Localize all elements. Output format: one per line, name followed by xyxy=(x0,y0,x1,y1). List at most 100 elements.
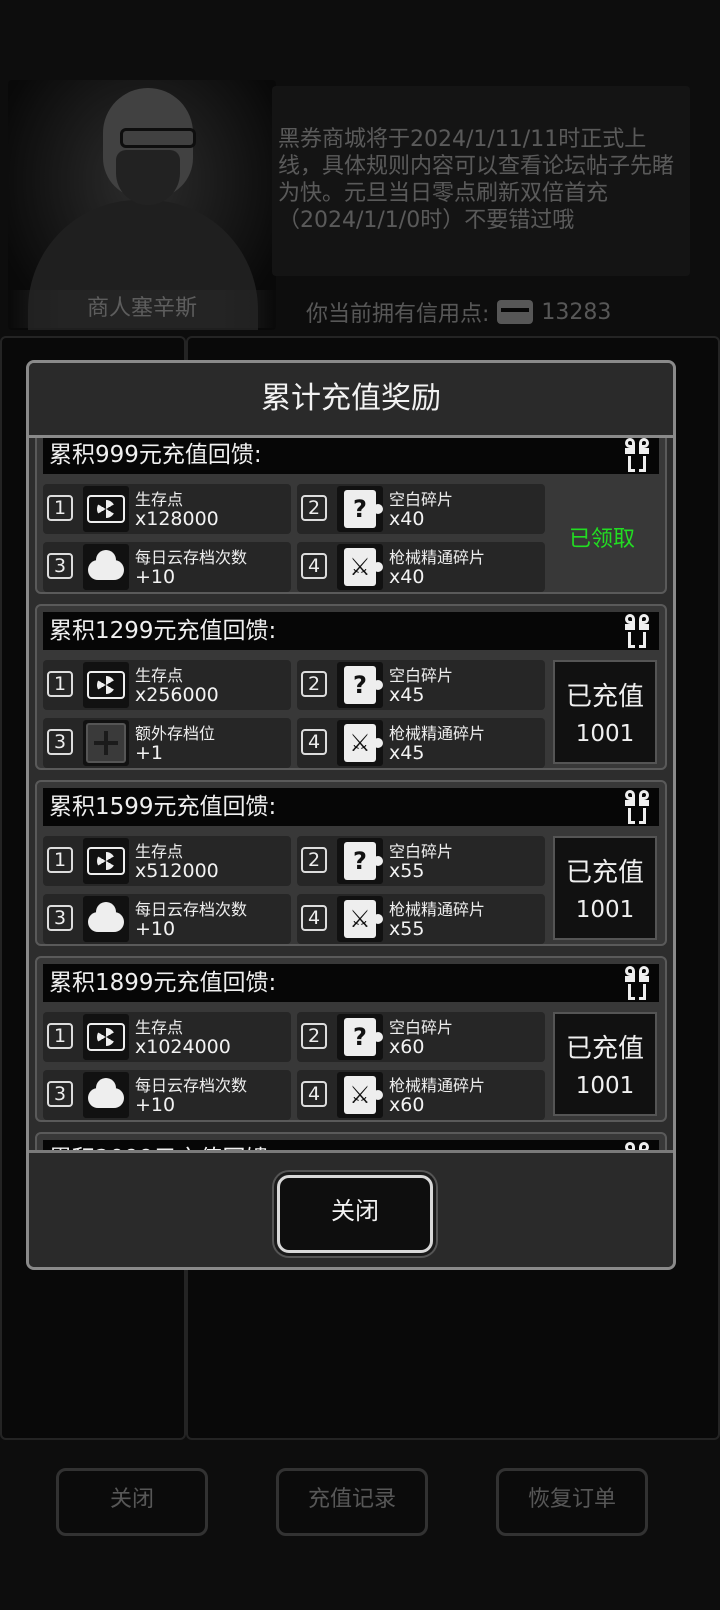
reward-amount: x40 xyxy=(389,508,425,530)
reward-amount: x40 xyxy=(389,566,425,588)
gift-icon[interactable] xyxy=(623,1142,651,1150)
reward-index: 2 xyxy=(301,671,327,697)
close-button[interactable]: 关闭 xyxy=(277,1175,433,1253)
tier-header: 累积1299元充值回馈: xyxy=(43,612,659,650)
recharged-label: 已充值 xyxy=(565,682,644,712)
reward-tier-5: 累积2099元充值回馈: xyxy=(35,1132,667,1150)
gift-icon[interactable] xyxy=(623,966,651,1000)
claimed-status: 已领取 xyxy=(568,527,635,552)
tier-header: 累积999元充值回馈: xyxy=(43,438,659,474)
gift-icon[interactable] xyxy=(623,438,651,472)
reward-name: 空白碎片 xyxy=(389,1018,454,1037)
reward-amount: +1 xyxy=(135,742,164,764)
reward-amount: +10 xyxy=(135,1094,176,1116)
reward-item[interactable]: 1 生存点 x256000 xyxy=(43,660,291,710)
cloud-icon xyxy=(83,1072,129,1118)
reward-amount: x45 xyxy=(389,742,425,764)
reward-amount: x128000 xyxy=(135,508,219,530)
nuke-icon xyxy=(83,662,129,708)
nuke-icon xyxy=(83,486,129,532)
reward-amount: x60 xyxy=(389,1036,425,1058)
puzzle-question-icon: ? xyxy=(337,1014,383,1060)
reward-amount: x55 xyxy=(389,860,425,882)
reward-item[interactable]: 4 ⚔ 枪械精通碎片 x45 xyxy=(297,718,545,768)
reward-item[interactable]: 1 生存点 x512000 xyxy=(43,836,291,886)
reward-item[interactable]: 4 ⚔ 枪械精通碎片 x60 xyxy=(297,1070,545,1120)
reward-item[interactable]: 1 生存点 x128000 xyxy=(43,484,291,534)
reward-item[interactable]: 2? 空白碎片 x60 xyxy=(297,1012,545,1062)
reward-tier-2: 累积1299元充值回馈: 1 生存点 x256000 2? 空白碎片 x45 3 额外存档位 +… xyxy=(35,604,667,770)
tier-list[interactable]: 累积999元充值回馈: 1 生存点 x128000 2? 空白碎片 x40 3 每日云存档次数… xyxy=(35,438,667,1150)
reward-item[interactable]: 4 ⚔ 枪械精通碎片 x55 xyxy=(297,894,545,944)
recharged-status-button[interactable]: 已充值 1001 xyxy=(553,1012,657,1116)
reward-name: 生存点 xyxy=(135,490,184,509)
reward-name: 额外存档位 xyxy=(135,724,216,743)
modal-footer: 关闭 xyxy=(29,1150,673,1267)
reward-name: 生存点 xyxy=(135,1018,184,1037)
reward-name: 每日云存档次数 xyxy=(135,548,248,567)
gift-icon[interactable] xyxy=(623,790,651,824)
credit-card-icon xyxy=(497,300,534,324)
puzzle-gun-icon: ⚔ xyxy=(337,544,383,590)
credits-display: 你当前拥有信用点: 13283 xyxy=(306,296,611,328)
recharge-history-button[interactable]: 充值记录 xyxy=(276,1468,428,1536)
tier-title: 累积999元充值回馈: xyxy=(49,442,262,468)
reward-name: 枪械精通碎片 xyxy=(389,548,486,567)
reward-name: 空白碎片 xyxy=(389,666,454,685)
nuke-icon xyxy=(83,1014,129,1060)
restore-order-button[interactable]: 恢复订单 xyxy=(496,1468,648,1536)
tier-header: 累积1599元充值回馈: xyxy=(43,788,659,826)
reward-item[interactable]: 1 生存点 x1024000 xyxy=(43,1012,291,1062)
reward-index: 3 xyxy=(47,905,73,931)
reward-index: 4 xyxy=(301,553,327,579)
announcement-text: 黑券商城将于2024/1/11/11时正式上线，具体规则内容可以查看论坛帖子先睹… xyxy=(272,86,690,276)
recharged-amount: 1001 xyxy=(575,897,635,923)
reward-tier-1: 累积999元充值回馈: 1 生存点 x128000 2? 空白碎片 x40 3 每日云存档次数… xyxy=(35,438,667,594)
reward-item[interactable]: 2? 空白碎片 x45 xyxy=(297,660,545,710)
reward-item[interactable]: 4 ⚔ 枪械精通碎片 x40 xyxy=(297,542,545,592)
reward-index: 3 xyxy=(47,553,73,579)
reward-index: 3 xyxy=(47,729,73,755)
reward-index: 2 xyxy=(301,847,327,873)
bg-close-button[interactable]: 关闭 xyxy=(56,1468,208,1536)
recharged-status-button[interactable]: 已充值 1001 xyxy=(553,836,657,940)
credits-label: 你当前拥有信用点: xyxy=(306,302,490,327)
reward-index: 1 xyxy=(47,495,73,521)
reward-item[interactable]: 3 额外存档位 +1 xyxy=(43,718,291,768)
reward-name: 生存点 xyxy=(135,666,184,685)
reward-index: 2 xyxy=(301,495,327,521)
reward-name: 空白碎片 xyxy=(389,842,454,861)
cloud-icon xyxy=(83,896,129,942)
reward-tier-4: 累积1899元充值回馈: 1 生存点 x1024000 2? 空白碎片 x60 3 每日云存档… xyxy=(35,956,667,1122)
tier-title: 累积1299元充值回馈: xyxy=(49,618,277,644)
recharged-label: 已充值 xyxy=(565,1034,644,1064)
plus-box-icon xyxy=(83,720,129,766)
puzzle-question-icon: ? xyxy=(337,662,383,708)
recharged-amount: 1001 xyxy=(575,1073,635,1099)
reward-index: 3 xyxy=(47,1081,73,1107)
recharged-status-button[interactable]: 已充值 1001 xyxy=(553,660,657,764)
reward-item[interactable]: 3 每日云存档次数 +10 xyxy=(43,1070,291,1120)
reward-amount: x60 xyxy=(389,1094,425,1116)
reward-name: 每日云存档次数 xyxy=(135,1076,248,1095)
reward-amount: +10 xyxy=(135,566,176,588)
puzzle-gun-icon: ⚔ xyxy=(337,720,383,766)
cloud-icon xyxy=(83,544,129,590)
reward-item[interactable]: 3 每日云存档次数 +10 xyxy=(43,542,291,592)
gift-icon[interactable] xyxy=(623,614,651,648)
reward-tier-3: 累积1599元充值回馈: 1 生存点 x512000 2? 空白碎片 x55 3 每日云存档次… xyxy=(35,780,667,946)
reward-index: 4 xyxy=(301,1081,327,1107)
reward-name: 每日云存档次数 xyxy=(135,900,248,919)
reward-amount: x1024000 xyxy=(135,1036,231,1058)
puzzle-question-icon: ? xyxy=(337,486,383,532)
reward-item[interactable]: 2? 空白碎片 x55 xyxy=(297,836,545,886)
reward-item[interactable]: 2? 空白碎片 x40 xyxy=(297,484,545,534)
merchant-name: 商人塞辛斯 xyxy=(8,290,276,328)
modal-title: 累计充值奖励 xyxy=(29,363,673,438)
reward-amount: +10 xyxy=(135,918,176,940)
reward-item[interactable]: 3 每日云存档次数 +10 xyxy=(43,894,291,944)
reward-amount: x512000 xyxy=(135,860,219,882)
reward-amount: x256000 xyxy=(135,684,219,706)
puzzle-gun-icon: ⚔ xyxy=(337,896,383,942)
reward-name: 枪械精通碎片 xyxy=(389,724,486,743)
